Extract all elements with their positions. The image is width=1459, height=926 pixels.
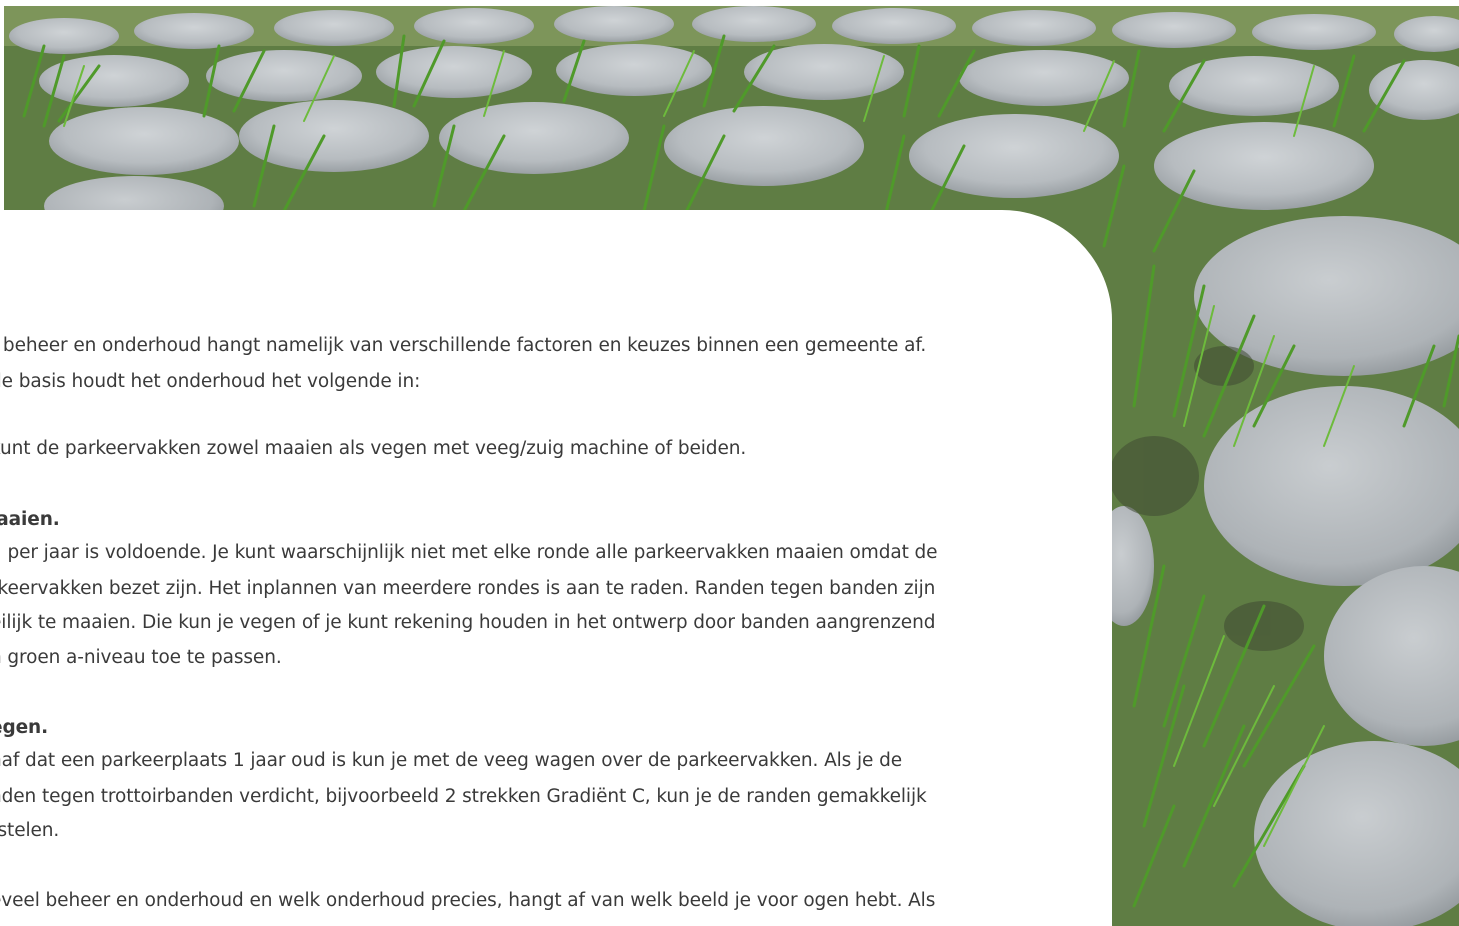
maaien-line-2: rkeervakken bezet zijn. Het inplannen va…: [0, 578, 936, 599]
page: t beheer en onderhoud hangt namelijk van…: [0, 0, 1459, 926]
maaien-heading: laaien.: [0, 509, 60, 530]
vegen-heading: egen.: [0, 717, 49, 738]
maaien-line-3: eilijk te maaien. Die kun je vegen of je…: [0, 612, 936, 633]
vegen-line-2: nden tegen trottoirbanden verdicht, bijv…: [0, 786, 927, 807]
maaien-line-1: 2 per jaar is voldoende. Je kunt waarsch…: [0, 542, 938, 563]
maaien-line-4: n groen a-niveau toe te passen.: [0, 647, 282, 668]
summary-line: kunt de parkeervakken zowel maaien als v…: [0, 438, 747, 459]
closing-line-1: eveel beheer en onderhoud en welk onderh…: [0, 890, 936, 911]
intro-line-1: t beheer en onderhoud hangt namelijk van…: [0, 335, 927, 356]
vegen-line-1: naf dat een parkeerplaats 1 jaar oud is …: [0, 750, 903, 771]
vegen-line-3: rstelen.: [0, 820, 60, 841]
intro-line-2: de basis houdt het onderhoud het volgend…: [0, 371, 421, 392]
